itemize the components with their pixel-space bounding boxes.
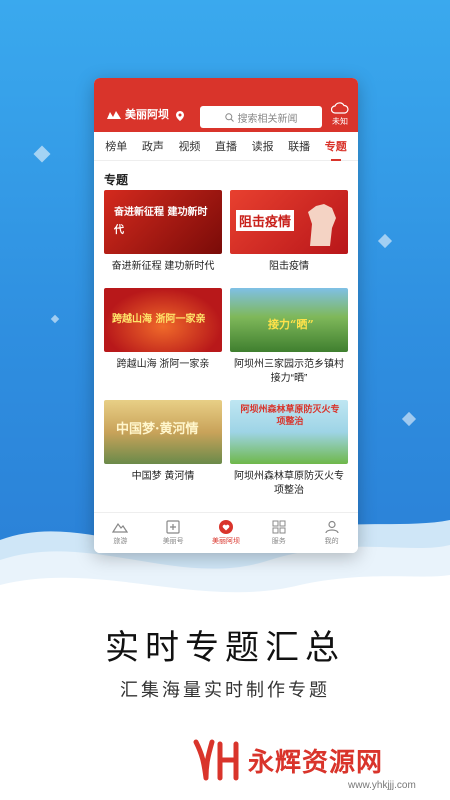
topic-image-text: 接力“晒” xyxy=(268,318,314,331)
topic-image-text: 跨越山海 浙阿一家亲 xyxy=(112,314,206,325)
location-icon[interactable] xyxy=(176,111,184,121)
cloud-icon xyxy=(330,102,349,114)
topic-card[interactable]: 阻击疫情 阻击疫情 xyxy=(230,190,348,274)
nav-me[interactable]: 我的 xyxy=(305,513,358,553)
logo-text: 美丽阿坝 xyxy=(125,109,169,121)
nav-label: 旅游 xyxy=(113,538,128,545)
plus-square-icon xyxy=(166,520,180,534)
topic-card[interactable]: 跨越山海 浙阿一家亲 跨越山海 浙阿一家亲 xyxy=(104,288,222,372)
tab-lianbo[interactable]: 联播 xyxy=(281,138,318,154)
nav-label: 美丽号 xyxy=(162,538,184,545)
topic-image-text: 阿坝州森林草原防灭火专项整治 xyxy=(240,405,340,427)
topic-image: 阻击疫情 xyxy=(230,190,348,254)
user-icon xyxy=(324,520,339,534)
topic-caption: 阻击疫情 xyxy=(269,261,309,272)
nav-label: 我的 xyxy=(324,538,339,545)
slogan-title: 实时专题汇总 xyxy=(105,628,345,668)
section-title: 专题 xyxy=(104,173,129,187)
topic-image: 接力“晒” xyxy=(230,288,348,352)
bottom-nav: 旅游 美丽号 美丽阿坝 服务 我的 xyxy=(94,512,358,553)
tab-zhibo[interactable]: 直播 xyxy=(208,138,245,154)
search-input[interactable]: 搜索相关新闻 xyxy=(200,106,322,128)
slogan-subtitle: 汇集海量实时制作专题 xyxy=(120,680,330,700)
search-icon xyxy=(224,112,234,122)
app-screen: 美丽阿坝 搜索相关新闻 未知 榜单 政声 视频 直播 读报 联播 专题 专题 奋… xyxy=(94,78,358,553)
topic-image: 跨越山海 浙阿一家亲 xyxy=(104,288,222,352)
weather-label: 未知 xyxy=(332,117,348,126)
topic-card[interactable]: 阿坝州森林草原防灭火专项整治 阿坝州森林草原防灭火专项整治 xyxy=(230,400,348,498)
topic-card[interactable]: 中国梦·黄河情 中国梦 黄河情 xyxy=(104,400,222,484)
nav-service[interactable]: 服务 xyxy=(252,513,305,553)
logo-icon xyxy=(107,110,121,119)
tab-shipin[interactable]: 视频 xyxy=(171,138,208,154)
tab-zhuanti[interactable]: 专题 xyxy=(317,138,354,161)
topic-image-text: 奋进新征程 建功新时代 xyxy=(114,207,208,236)
tab-bangdan[interactable]: 榜单 xyxy=(98,138,135,154)
app-header: 美丽阿坝 搜索相关新闻 未知 xyxy=(94,78,358,132)
topic-caption: 阿坝州森林草原防灭火专项整治 xyxy=(234,471,344,496)
nav-label: 服务 xyxy=(271,538,286,545)
tab-dubao[interactable]: 读报 xyxy=(244,138,281,154)
app-logo[interactable]: 美丽阿坝 xyxy=(106,106,169,122)
topic-card[interactable]: 接力“晒” 阿坝州三家园示范乡镇村接力“晒” xyxy=(230,288,348,386)
topic-image: 阿坝州森林草原防灭火专项整治 xyxy=(230,400,348,464)
tab-zhengsheng[interactable]: 政声 xyxy=(135,138,172,154)
topic-image: 中国梦·黄河情 xyxy=(104,400,222,464)
topic-image-text: 中国梦·黄河情 xyxy=(116,422,199,437)
brand-logo-icon xyxy=(193,739,239,781)
topic-image-text: 阻击疫情 xyxy=(236,210,295,231)
topic-caption: 阿坝州三家园示范乡镇村接力“晒” xyxy=(234,359,344,384)
tab-bar: 榜单 政声 视频 直播 读报 联播 专题 xyxy=(94,132,358,161)
brand-watermark: 永辉资源网 xyxy=(190,738,383,782)
brand-name: 永辉资源网 xyxy=(248,746,384,777)
brand-url: www.yhkjjj.com xyxy=(348,780,416,791)
nav-label: 美丽阿坝 xyxy=(211,538,240,545)
fist-icon xyxy=(308,204,336,246)
nav-home[interactable]: 美丽阿坝 xyxy=(200,513,253,553)
weather-widget[interactable]: 未知 xyxy=(330,102,350,127)
nav-meilihao[interactable]: 美丽号 xyxy=(147,513,200,553)
mountain-icon xyxy=(112,522,129,533)
nav-travel[interactable]: 旅游 xyxy=(94,513,147,553)
topic-caption: 跨越山海 浙阿一家亲 xyxy=(116,359,210,370)
topic-image: 奋进新征程 建功新时代 xyxy=(104,190,222,254)
grid-icon xyxy=(272,520,286,534)
topic-card[interactable]: 奋进新征程 建功新时代 奋进新征程 建功新时代 xyxy=(104,190,222,274)
topic-caption: 奋进新征程 建功新时代 xyxy=(111,261,215,272)
search-placeholder: 搜索相关新闻 xyxy=(237,113,298,125)
topic-caption: 中国梦 黄河情 xyxy=(131,471,195,482)
heart-icon xyxy=(218,520,233,534)
